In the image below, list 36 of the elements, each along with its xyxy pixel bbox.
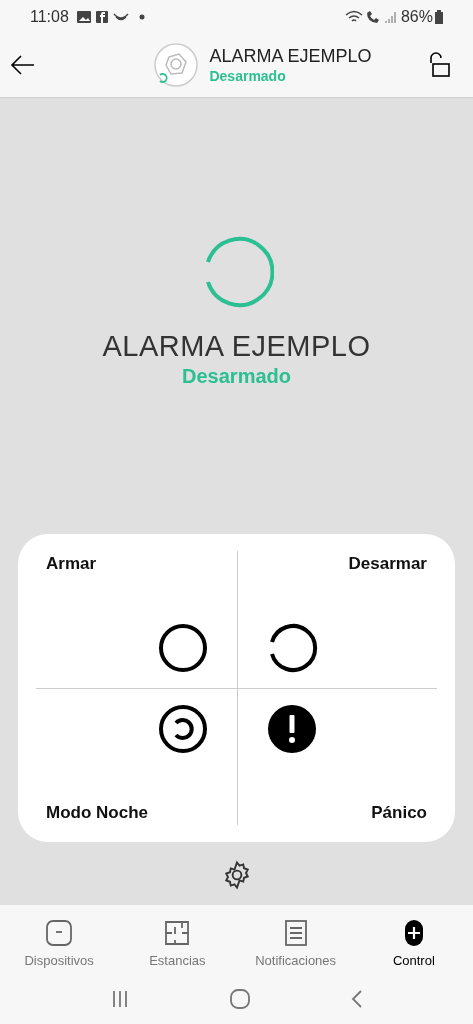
image-icon [76,10,91,23]
battery-icon [435,9,443,24]
recent-apps-icon[interactable] [110,990,129,1008]
moon-ring-icon [156,703,209,755]
phone-icon [364,9,381,24]
mode-button[interactable]: Pánico [236,688,437,825]
minus-square-icon [45,918,74,947]
back-icon[interactable] [350,990,363,1008]
nav-tab[interactable]: Notificaciones [236,918,355,971]
wifi-icon [344,9,363,24]
alarm-title: ALARMA EJEMPLO [102,329,371,363]
mode-label: Pánico [371,801,427,824]
wing-icon [112,11,129,22]
nav-tab[interactable]: Control [354,918,473,971]
battery-percentage: 86% [400,6,433,27]
alarm-avatar-icon [153,42,200,88]
home-icon[interactable] [229,989,250,1009]
mode-button[interactable]: Armar [36,551,237,688]
mode-button[interactable]: Modo Noche [36,688,237,825]
nav-tab[interactable]: Estancias [118,918,237,971]
mode-label: Armar [46,553,97,575]
dot-icon [138,13,145,20]
exclamation-icon [265,703,318,755]
header-title: ALARMA EJEMPLO [209,45,372,67]
nav-tab[interactable]: Dispositivos [0,918,119,971]
mode-label: Modo Noche [46,801,148,824]
mode-button[interactable]: Desarmar [236,551,437,688]
mode-label: Desarmar [348,553,427,575]
status-time: 11:08 [30,6,69,27]
ring-icon [156,622,209,674]
signal-icon [383,9,398,24]
unlock-button[interactable] [427,52,453,78]
floor-plan-icon [163,918,192,947]
alarm-status: Desarmado [182,364,291,389]
header-status: Desarmado [209,67,287,85]
facebook-icon [95,10,108,23]
